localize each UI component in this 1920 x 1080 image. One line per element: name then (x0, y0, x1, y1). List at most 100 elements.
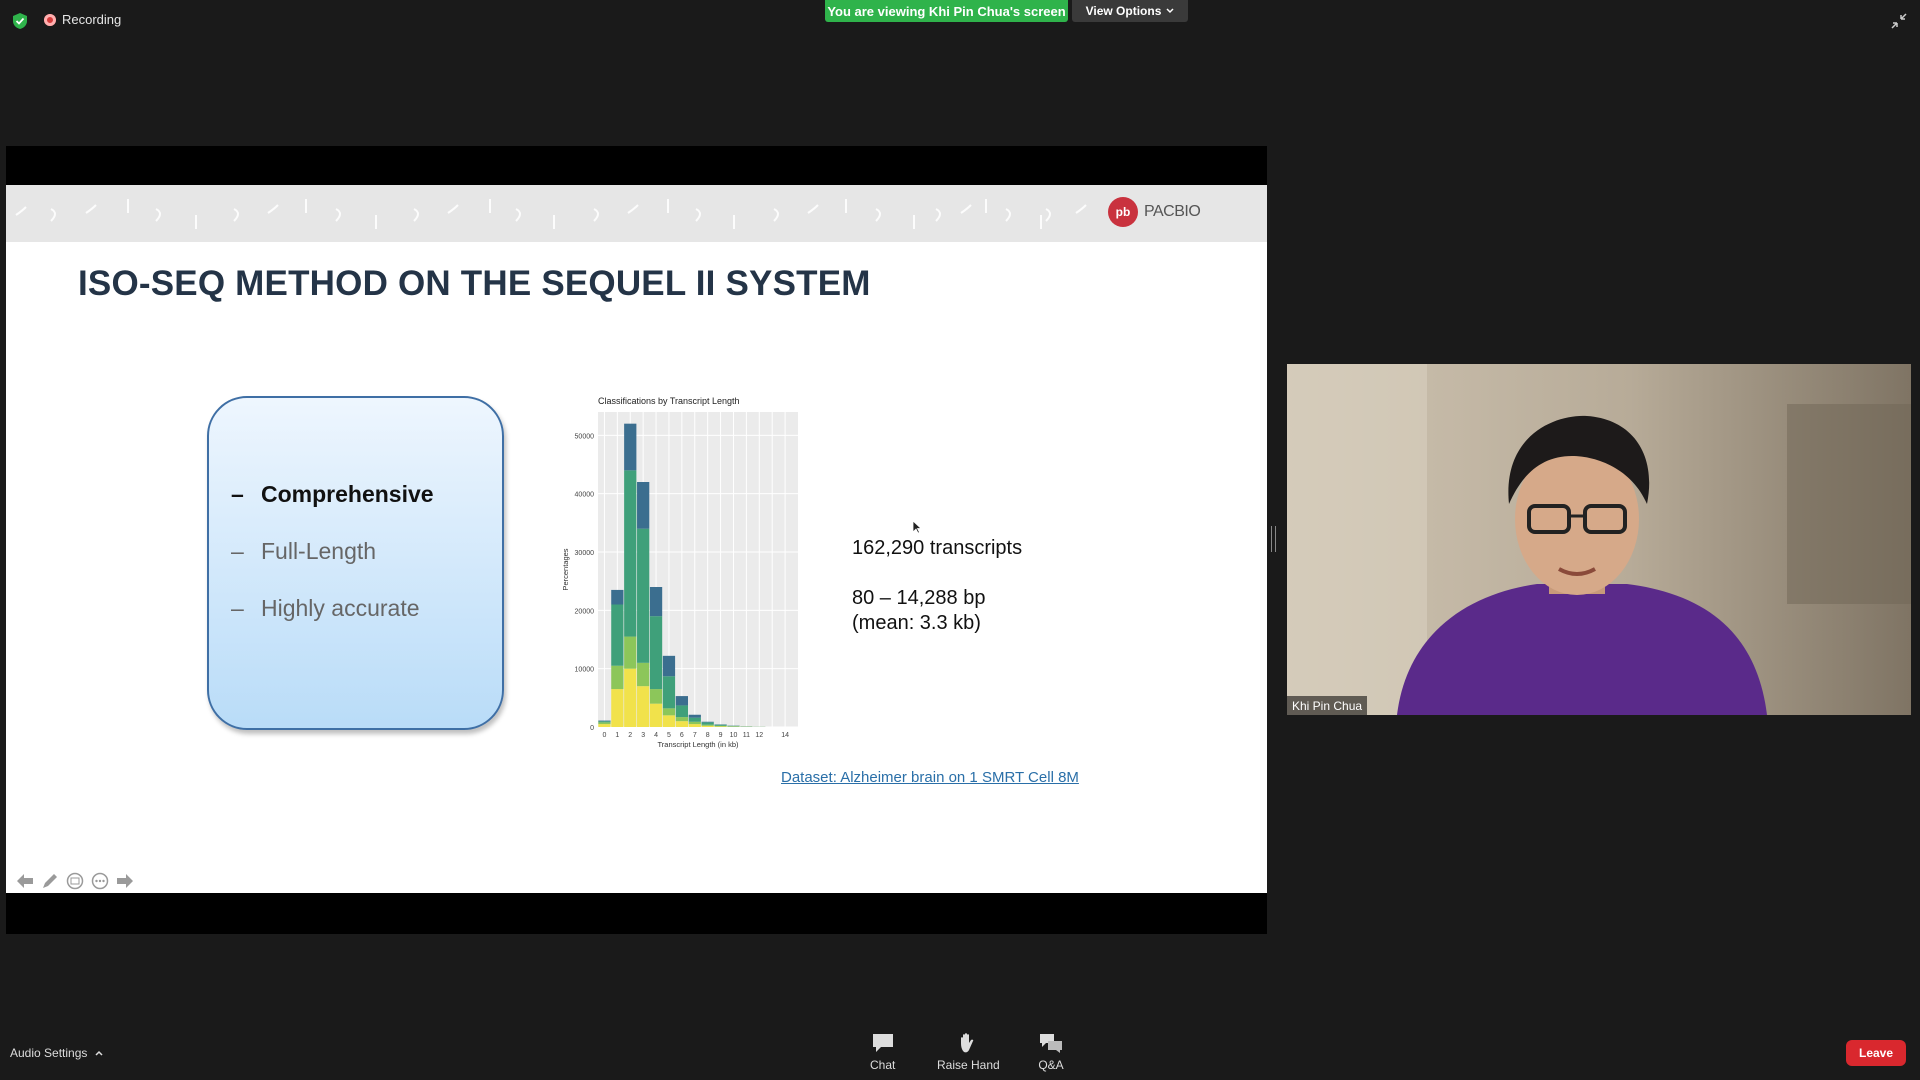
chat-icon (872, 1034, 893, 1052)
bullet-text: Full-Length (261, 538, 377, 564)
chart-bar-segment (662, 676, 676, 709)
chart-bar-segment (598, 721, 611, 723)
chart-x-tick-label: 7 (693, 732, 697, 739)
chart-x-tick-label: 2 (628, 732, 632, 739)
participant-video-image (1287, 364, 1911, 715)
pacbio-logo: pb PACBIO (1108, 197, 1201, 227)
chart-bar-segment (598, 724, 611, 727)
qa-label: Q&A (1038, 1058, 1064, 1072)
next-slide-icon[interactable] (116, 873, 134, 889)
more-options-icon[interactable] (91, 872, 109, 890)
chart-x-tick-label: 5 (667, 732, 671, 739)
chart-bar-segment (701, 725, 714, 727)
chart-bar-segment (662, 655, 676, 677)
chart-x-tick-label: 12 (755, 732, 763, 739)
previous-slide-icon[interactable] (16, 873, 34, 889)
chart-y-tick-label: 50000 (575, 433, 595, 440)
transcript-count: 162,290 transcripts (852, 537, 1023, 559)
transcript-length-chart: 0 10000 20000 30000 40000 50000 0 1 2 3 4 5 6 7 8 9 10 11… (560, 392, 836, 762)
chart-x-tick-label: 9 (719, 732, 723, 739)
chart-bar-segment (701, 724, 714, 726)
chat-button[interactable]: Chat (870, 1032, 895, 1072)
bullet-dash: – (231, 595, 244, 621)
chart-bar-segment (688, 724, 701, 727)
mouse-cursor-icon (912, 520, 922, 534)
chart-bar-segment (649, 703, 663, 727)
chart-x-tick-label: 14 (781, 732, 789, 739)
chart-bar-segment (611, 604, 624, 666)
slides-grid-icon[interactable] (66, 872, 84, 890)
chart-bar-segment (637, 686, 650, 727)
leave-button[interactable]: Leave (1846, 1040, 1906, 1066)
chart-bar-segment (675, 721, 688, 727)
participant-video[interactable] (1287, 364, 1911, 715)
chart-bar-segment (649, 689, 663, 704)
chart-bar-segment (649, 587, 663, 617)
dataset-link[interactable]: Dataset: Alzheimer brain on 1 SMRT Cell … (781, 769, 1079, 786)
chart-bar-segment (662, 715, 676, 727)
chart-x-tick-label: 8 (706, 732, 710, 739)
bullet-item: – Full-Length (231, 538, 376, 565)
viewing-screen-banner: You are viewing Khi Pin Chua's screen (825, 0, 1068, 22)
security-shield-icon[interactable] (12, 12, 28, 30)
chart-y-tick-label: 30000 (575, 550, 595, 557)
decorative-pattern (15, 199, 1087, 229)
participant-name-label: Khi Pin Chua (1287, 696, 1368, 715)
bullet-item: – Highly accurate (231, 595, 420, 622)
chart-bar-segment (598, 722, 611, 725)
chart-x-tick-label: 0 (602, 732, 606, 739)
slideshow-toolbar (16, 872, 134, 890)
chart-y-tick-label: 10000 (575, 667, 595, 674)
chart-bar-segment (727, 725, 740, 727)
chart-bar-segment (714, 726, 727, 727)
chart-bar-segment (649, 616, 663, 690)
recording-indicator[interactable]: Recording (44, 12, 121, 27)
chart-bar-segment (637, 482, 650, 529)
bullet-dash: – (231, 481, 244, 507)
chart-y-tick-label: 20000 (575, 608, 595, 615)
bullet-item: – Comprehensive (231, 481, 434, 508)
panel-resize-handle[interactable] (1271, 526, 1276, 552)
pen-icon[interactable] (41, 872, 59, 890)
chart-title: Classifications by Transcript Length (598, 396, 740, 406)
chart-bar-segment (688, 721, 701, 725)
chart-bar-segment (688, 714, 701, 718)
chart-x-tick-label: 3 (641, 732, 645, 739)
chevron-up-icon (95, 1050, 103, 1056)
audio-settings-button[interactable]: Audio Settings (10, 1046, 103, 1060)
chart-x-tick-label: 4 (654, 732, 658, 739)
raise-hand-label: Raise Hand (937, 1058, 1000, 1072)
chat-label: Chat (870, 1058, 896, 1072)
exit-fullscreen-icon[interactable] (1890, 12, 1908, 30)
chart-bar-segment (714, 725, 727, 727)
presentation-slide: pb PACBIO ISO-SEQ METHOD ON THE SEQUEL I… (6, 185, 1267, 893)
chart-bar-segment (675, 717, 688, 722)
chart-x-tick-label: 10 (730, 732, 738, 739)
view-options-button[interactable]: View Options (1072, 0, 1188, 22)
chart-bar-segment (598, 720, 611, 722)
chart-bar-segment (701, 721, 714, 723)
chart-y-tick-label: 0 (590, 725, 594, 732)
audio-settings-label: Audio Settings (10, 1046, 88, 1060)
slide-title: ISO-SEQ METHOD ON THE SEQUEL II SYSTEM (78, 264, 871, 303)
chart-bar-segment (688, 717, 701, 722)
chart-bar-segment (637, 662, 650, 687)
chart-bar-segment (624, 470, 637, 637)
top-bar: Recording You are viewing Khi Pin Chua's… (0, 0, 1920, 40)
chart-x-tick-label: 1 (615, 732, 619, 739)
qa-icon (1040, 1034, 1062, 1053)
chart-bar-segment (675, 705, 688, 718)
chart-x-tick-label: 11 (743, 732, 750, 739)
chart-svg: 010000200003000040000500000 1 2 3 4 5 6 7 8 9 10 11… (561, 396, 798, 749)
chart-bar-segment (624, 636, 637, 669)
chart-bar-segment (624, 668, 637, 727)
bullet-dash: – (231, 538, 244, 564)
raise-hand-button[interactable]: Raise Hand (937, 1032, 1000, 1072)
view-options-label: View Options (1085, 4, 1162, 18)
qa-button[interactable]: Q&A (1038, 1032, 1064, 1072)
chart-bar-segment (624, 423, 637, 471)
slide-header-band: pb PACBIO (6, 185, 1267, 242)
chevron-down-icon (1166, 8, 1174, 14)
recording-dot-icon (44, 13, 56, 26)
chart-bar-segment (611, 589, 624, 605)
